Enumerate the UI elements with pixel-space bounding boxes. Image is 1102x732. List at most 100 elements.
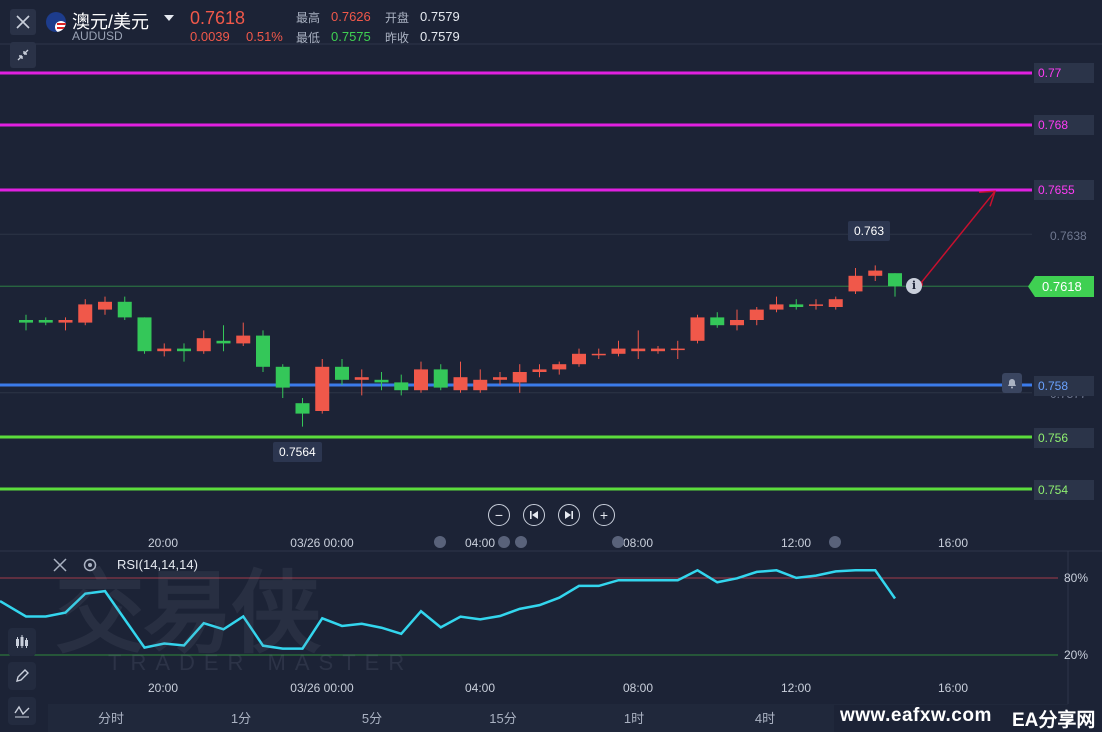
close-icon [16,15,30,29]
time-label-indicator: 12:00 [780,681,812,695]
candle-body [631,348,646,352]
price-change-pct: 0.51% [246,29,283,44]
timeframe-15m[interactable]: 15分 [489,708,516,727]
flag-icon [46,12,66,32]
indicator-name[interactable]: RSI(14,14,14) [117,557,198,572]
time-label-indicator: 03/26 00:00 [290,681,354,695]
time-label-indicator: 16:00 [937,681,969,695]
close-indicator-button[interactable] [52,557,68,573]
candle-body [157,348,172,352]
low-label: 最低 [296,31,321,45]
candle-body [749,309,764,320]
symbol-dropdown-icon[interactable] [164,15,174,21]
candle-body [137,317,152,352]
level-tag-07655: 0.7655 [1034,180,1094,200]
prev-close-label: 昨收 [385,31,410,45]
indicator-wave-icon [14,705,30,718]
open-value: 0.7579 [420,9,460,24]
candle-body [256,335,270,367]
candle-body [591,353,606,356]
time-label-main: 20:00 [147,536,179,550]
site-url: www.eafxw.com [840,705,992,726]
candle-body [354,377,369,380]
close-icon [53,558,67,572]
candle-body [374,379,389,383]
step-forward-button[interactable] [558,504,580,526]
time-label-main: 16:00 [937,536,969,550]
candle-body [532,369,547,372]
candle-body [572,353,586,365]
candle-body [433,369,448,388]
level-tag-0768: 0.768 [1034,115,1094,135]
candle-body [512,372,527,383]
candle-body [335,366,349,380]
time-label-indicator: 20:00 [147,681,179,695]
time-label-indicator: 08:00 [622,681,654,695]
watermark-brand-en: TRADER MASTER [108,650,414,675]
pencil-icon [16,669,29,682]
candle-body [295,403,310,414]
chart-type-button[interactable] [8,628,36,656]
price-change: 0.0039 [190,29,230,44]
candle-body [177,348,191,352]
candle-body [236,335,251,344]
candle-body [19,320,33,323]
level-tag-0770: 0.77 [1034,63,1094,83]
event-dot[interactable] [612,536,624,548]
low-marker-tag: 0.7564 [273,442,322,462]
level-tag-0758: 0.758 [1034,376,1094,396]
rsi-lower-label: 20% [1064,648,1089,662]
candle-body [730,320,744,326]
candle-body [809,304,823,306]
open-label: 开盘 [385,11,410,25]
candle-body [670,348,685,351]
close-chart-button[interactable] [10,9,36,35]
timeframe-5m[interactable]: 5分 [362,708,382,727]
candle-body [98,301,112,310]
candle-body [868,270,883,276]
step-back-icon [530,511,538,519]
candle-body [789,304,804,307]
info-icon[interactable]: i [906,278,922,294]
time-label-main: 12:00 [780,536,812,550]
time-label-indicator: 04:00 [464,681,496,695]
indicator-tool-button[interactable] [8,697,36,725]
timeframe-1h[interactable]: 1时 [624,708,644,727]
candle-body [453,377,468,391]
timeframe-4h[interactable]: 4时 [755,708,775,727]
candle-body [315,366,330,411]
time-label-main: 03/26 00:00 [290,536,354,550]
candle-body [710,317,725,326]
draw-tool-button[interactable] [8,662,36,690]
zoom-out-button[interactable]: − [488,504,510,526]
level-tag-0756: 0.756 [1034,428,1094,448]
event-dot[interactable] [515,536,527,548]
candle-body [38,320,53,323]
candle-body [552,364,567,370]
collapse-button[interactable] [10,42,36,68]
timeframe-1m[interactable]: 1分 [231,708,251,727]
candle-body [493,377,507,380]
time-label-main: 04:00 [464,536,496,550]
prev-close-value: 0.7579 [420,29,460,44]
current-price-text: 0.7618 [1042,279,1082,294]
time-label-main: 08:00 [622,536,654,550]
candle-body [414,369,428,391]
step-back-button[interactable] [523,504,545,526]
candle-body [196,338,211,352]
high-label: 最高 [296,11,321,25]
indicator-settings-button[interactable] [82,557,98,573]
current-price-tag: 0.7618 [1028,276,1094,297]
timeframe-tick[interactable]: 分时 [98,708,124,727]
candle-body [473,379,488,391]
event-dot[interactable] [434,536,446,548]
event-dot[interactable] [498,536,510,548]
event-dot[interactable] [829,536,841,548]
rsi-upper-label: 80% [1064,571,1089,585]
candle-body [828,299,843,307]
zoom-in-button[interactable]: + [593,504,615,526]
level-tag-0754: 0.754 [1034,480,1094,500]
candle-body [848,275,863,292]
alert-bell-icon[interactable] [1002,373,1022,393]
gear-icon [83,558,97,572]
